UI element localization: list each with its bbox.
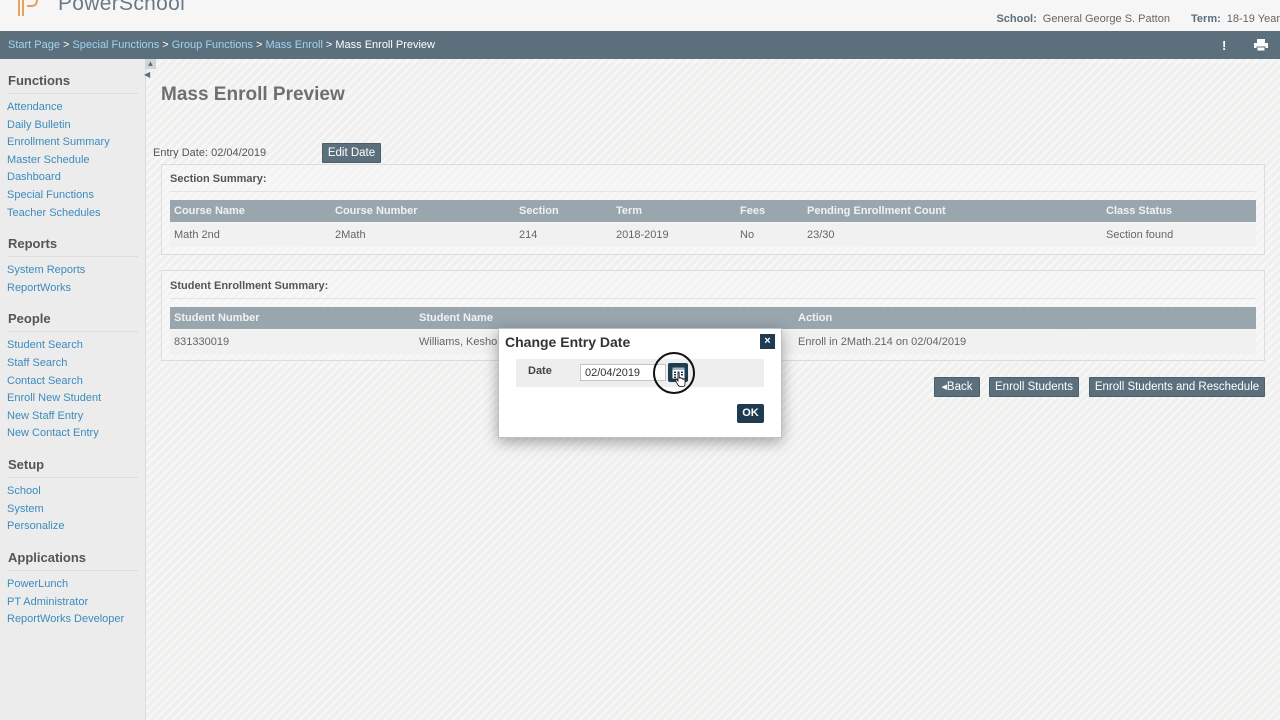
enroll-students-button[interactable]: Enroll Students: [989, 377, 1079, 397]
page-title: Mass Enroll Preview: [161, 84, 345, 105]
table-row: Math 2nd 2Math 214 2018-2019 No 23/30 Se…: [170, 223, 1256, 247]
breadcrumb-separator: >: [62, 39, 70, 51]
column-header-fees[interactable]: Fees: [740, 205, 765, 217]
cell-course-name: Math 2nd: [174, 229, 220, 241]
term-label: Term:: [1191, 13, 1221, 25]
cell-fees: No: [740, 229, 755, 241]
sidebar-item-new-staff-entry[interactable]: New Staff Entry: [7, 410, 83, 422]
column-header-section[interactable]: Section: [519, 205, 559, 217]
section-summary-panel: Section Summary: Course Name Course Numb…: [161, 164, 1265, 255]
school-value: General George S. Patton: [1042, 13, 1170, 25]
sidebar-item-powerlunch[interactable]: PowerLunch: [7, 578, 68, 590]
sidebar-item-system-reports[interactable]: System Reports: [7, 264, 85, 276]
sidebar-item-enrollment-summary[interactable]: Enrollment Summary: [7, 136, 110, 148]
dialog-title: Change Entry Date: [505, 334, 631, 350]
cell-action: Enroll in 2Math.214 on 02/04/2019: [798, 336, 967, 348]
sidebar-section-people: People: [8, 311, 51, 326]
column-header-student-name[interactable]: Student Name: [419, 312, 493, 324]
sidebar-item-reportworks[interactable]: ReportWorks: [7, 282, 71, 294]
sidebar-item-new-contact-entry[interactable]: New Contact Entry: [7, 427, 99, 439]
section-summary-header-row: Course Name Course Number Section Term F…: [170, 200, 1256, 222]
sidebar-item-teacher-schedules[interactable]: Teacher Schedules: [7, 207, 101, 219]
cell-class-status: Section found: [1106, 229, 1174, 241]
term-value[interactable]: 18-19 Year: [1227, 13, 1280, 25]
sidebar: Functions Attendance Daily Bulletin Enro…: [0, 59, 146, 720]
breadcrumb-group-functions[interactable]: Group Functions: [172, 39, 253, 51]
divider: [8, 477, 138, 478]
edit-date-button[interactable]: Edit Date: [322, 143, 381, 163]
column-header-student-number[interactable]: Student Number: [174, 312, 260, 324]
divider: [8, 570, 138, 571]
date-label: Date: [528, 365, 552, 377]
breadcrumb-current: Mass Enroll Preview: [335, 39, 435, 51]
sidebar-item-staff-search[interactable]: Staff Search: [7, 357, 67, 369]
column-header-action[interactable]: Action: [798, 312, 832, 324]
cell-student-name: Williams, Kesho: [419, 336, 498, 348]
app-header: PowerSchool School: General George S. Pat…: [0, 0, 1280, 31]
column-header-course-number[interactable]: Course Number: [335, 205, 418, 217]
cell-student-number: 831330019: [174, 336, 230, 348]
sidebar-item-system[interactable]: System: [7, 503, 44, 515]
sidebar-arrow-icon[interactable]: ◀: [144, 70, 150, 79]
divider: [170, 191, 1256, 192]
date-row: Date: [516, 359, 764, 387]
sidebar-collapse-button[interactable]: ▲: [145, 59, 156, 69]
breadcrumb-separator: >: [162, 39, 169, 51]
logo-text: PowerSchool: [58, 0, 186, 15]
alert-icon[interactable]: !: [1222, 38, 1226, 53]
click-highlight-ring: [653, 352, 695, 394]
pointer-cursor-icon: [675, 373, 686, 387]
sidebar-item-attendance[interactable]: Attendance: [7, 101, 63, 113]
cell-course-number: 2Math: [335, 229, 366, 241]
sidebar-item-student-search[interactable]: Student Search: [7, 339, 83, 351]
breadcrumb-mass-enroll[interactable]: Mass Enroll: [265, 39, 322, 51]
powerschool-logo-icon: [18, 0, 39, 16]
cell-pending-enrollment-count: 23/30: [807, 229, 835, 241]
sidebar-section-reports: Reports: [8, 236, 58, 251]
sidebar-item-enroll-new-student[interactable]: Enroll New Student: [7, 392, 101, 404]
change-entry-date-dialog: Change Entry Date × Date OK: [498, 328, 782, 438]
sidebar-item-master-schedule[interactable]: Master Schedule: [7, 154, 90, 166]
cell-section: 214: [519, 229, 538, 241]
breadcrumb-start-page[interactable]: Start Page: [8, 39, 60, 51]
breadcrumb-separator: >: [256, 39, 263, 51]
student-enrollment-summary-title: Student Enrollment Summary:: [170, 280, 329, 292]
ok-button[interactable]: OK: [737, 404, 764, 423]
powerschool-logo[interactable]: PowerSchool: [18, 0, 185, 16]
column-header-term[interactable]: Term: [616, 205, 642, 217]
school-term-info: School: General George S. Patton Term: 18-…: [978, 13, 1280, 25]
sidebar-item-personalize[interactable]: Personalize: [7, 520, 64, 532]
enroll-students-and-reschedule-button[interactable]: Enroll Students and Reschedule: [1089, 377, 1265, 397]
divider: [8, 256, 138, 257]
sidebar-section-functions: Functions: [8, 73, 71, 88]
column-header-class-status[interactable]: Class Status: [1106, 205, 1172, 217]
sidebar-item-reportworks-developer[interactable]: ReportWorks Developer: [7, 613, 124, 625]
nav-bar: Start Page > Special Functions > Group Funct…: [0, 31, 1280, 59]
divider: [8, 93, 138, 94]
sidebar-item-dashboard[interactable]: Dashboard: [7, 171, 61, 183]
divider: [8, 331, 138, 332]
column-header-pending-enrollment-count[interactable]: Pending Enrollment Count: [807, 205, 946, 217]
breadcrumb-separator: >: [325, 39, 333, 51]
entry-date-text: Entry Date: 02/04/2019: [153, 147, 267, 159]
dialog-close-button[interactable]: ×: [760, 334, 775, 349]
sidebar-section-applications: Applications: [8, 550, 87, 565]
printer-icon[interactable]: [1254, 39, 1268, 51]
back-button-label: Back: [946, 381, 973, 393]
sidebar-item-school[interactable]: School: [7, 485, 41, 497]
breadcrumb: Start Page > Special Functions > Group Funct…: [8, 39, 435, 51]
sidebar-section-setup: Setup: [8, 457, 45, 472]
sidebar-item-pt-administrator[interactable]: PT Administrator: [7, 596, 88, 608]
sidebar-item-contact-search[interactable]: Contact Search: [7, 375, 83, 387]
breadcrumb-special-functions[interactable]: Special Functions: [72, 39, 159, 51]
back-button[interactable]: ◀Back: [934, 377, 980, 397]
divider: [170, 298, 1256, 299]
sidebar-item-daily-bulletin[interactable]: Daily Bulletin: [7, 119, 71, 131]
section-summary-title: Section Summary:: [170, 173, 267, 185]
cell-term: 2018-2019: [616, 229, 669, 241]
student-summary-header-row: Student Number Student Name Action: [170, 307, 1256, 329]
sidebar-item-special-functions[interactable]: Special Functions: [7, 189, 94, 201]
school-label: School:: [996, 13, 1037, 25]
column-header-course-name[interactable]: Course Name: [174, 205, 245, 217]
